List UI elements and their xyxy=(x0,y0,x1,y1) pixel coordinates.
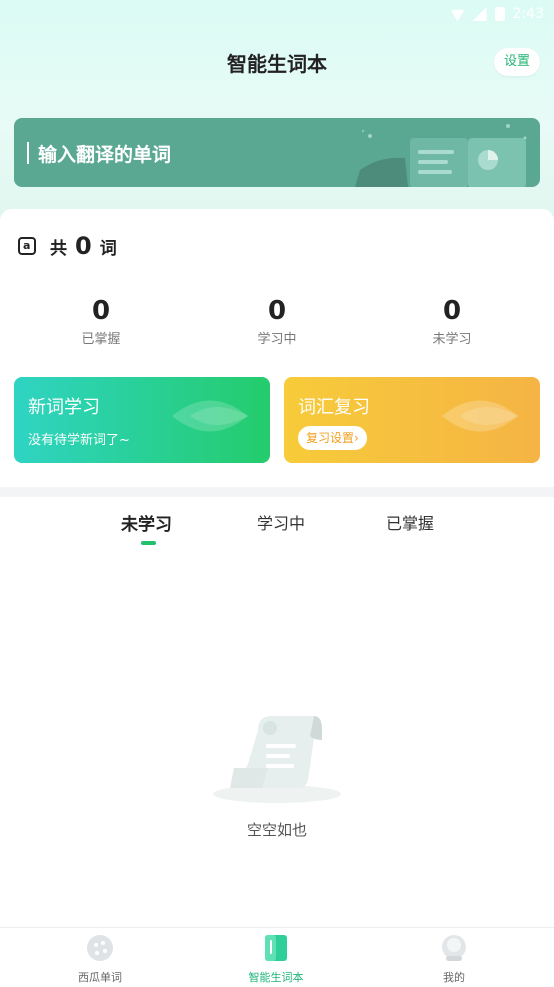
review-title: 词汇复习 xyxy=(298,397,370,418)
total-suffix: 词 xyxy=(99,238,117,259)
stat-value: 0 xyxy=(267,296,287,326)
header-background xyxy=(0,0,554,230)
stat-value: 0 xyxy=(91,296,111,326)
word-status-tabs: 未学习 学习中 已掌握 xyxy=(0,510,554,550)
stat-label: 未学习 xyxy=(432,332,472,347)
chevron-right-icon: › xyxy=(354,431,359,445)
wifi-icon xyxy=(450,9,465,21)
total-count: 0 xyxy=(75,232,92,260)
stat-label: 学习中 xyxy=(257,332,297,347)
status-time: 2:43 xyxy=(512,6,544,22)
melon-icon xyxy=(87,935,113,961)
new-words-subtitle: 没有待学新词了~ xyxy=(28,433,130,448)
leaf-decoration-icon xyxy=(172,400,248,432)
stat-not-learned[interactable]: 0 未学习 xyxy=(392,296,512,347)
stat-learning[interactable]: 0 学习中 xyxy=(217,296,337,347)
status-icons: 2:43 xyxy=(450,6,544,22)
nav-item-melon-words[interactable]: 西瓜单词 xyxy=(40,934,160,985)
review-settings-label: 复习设置 xyxy=(306,431,355,445)
stat-value: 0 xyxy=(442,296,462,326)
new-words-card[interactable]: 新词学习 没有待学新词了~ xyxy=(14,377,270,463)
tab-not-learned[interactable]: 未学习 xyxy=(121,510,172,535)
nav-label: 我的 xyxy=(443,971,465,984)
active-tab-indicator xyxy=(141,541,156,545)
word-total: a 共 0 词 xyxy=(18,232,117,260)
book-illustration-icon xyxy=(355,124,527,187)
status-bar: 2:43 xyxy=(0,0,554,30)
bottom-navigation: 西瓜单词 智能生词本 我的 xyxy=(0,927,554,987)
profile-icon xyxy=(442,935,466,961)
empty-scroll-icon xyxy=(213,716,341,803)
total-prefix: 共 xyxy=(50,238,67,259)
notebook-icon xyxy=(265,935,287,961)
leaf-decoration-icon xyxy=(442,400,518,432)
translate-input-banner[interactable]: 输入翻译的单词 xyxy=(14,118,540,187)
nav-item-profile[interactable]: 我的 xyxy=(394,934,514,985)
battery-icon xyxy=(494,7,505,21)
nav-label: 西瓜单词 xyxy=(78,971,122,984)
nav-item-smart-notebook[interactable]: 智能生词本 xyxy=(216,934,336,985)
tab-mastered[interactable]: 已掌握 xyxy=(386,510,434,534)
review-card[interactable]: 词汇复习 复习设置› xyxy=(284,377,540,463)
stat-mastered[interactable]: 0 已掌握 xyxy=(41,296,161,347)
page-title: 智能生词本 xyxy=(227,52,327,76)
translate-input-prompt: 输入翻译的单词 xyxy=(38,144,172,166)
section-divider xyxy=(0,487,554,497)
empty-state-text: 空空如也 xyxy=(246,821,307,839)
nav-label: 智能生词本 xyxy=(248,971,304,984)
word-card-icon: a xyxy=(18,237,36,255)
review-settings-button[interactable]: 复习设置› xyxy=(298,426,367,450)
settings-button[interactable]: 设置 xyxy=(493,48,540,76)
input-cursor-bar xyxy=(27,142,29,164)
stat-label: 已掌握 xyxy=(81,332,121,347)
new-words-title: 新词学习 xyxy=(28,397,100,418)
tab-learning[interactable]: 学习中 xyxy=(257,510,305,534)
signal-icon xyxy=(472,7,487,21)
